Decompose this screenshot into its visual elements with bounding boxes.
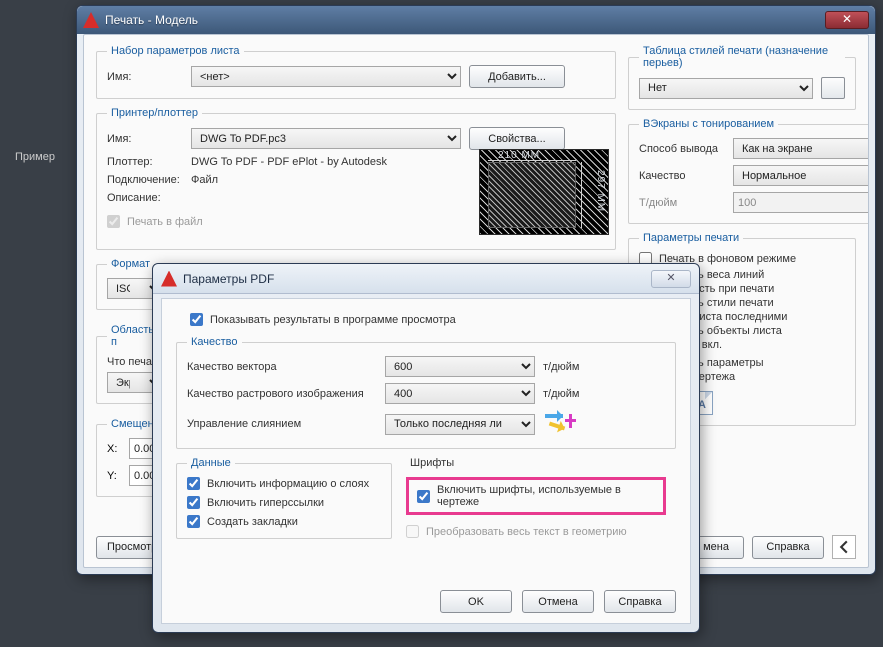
include-layers-check[interactable]: Включить информацию о слоях bbox=[187, 477, 381, 490]
print-to-file-checkbox bbox=[107, 215, 120, 228]
plot-options-legend: Параметры печати bbox=[639, 232, 743, 244]
opt-styles: ть стили печати bbox=[693, 297, 845, 309]
vector-quality-label: Качество вектора bbox=[187, 361, 377, 373]
pdf-quality-group: Качество Качество вектора 600 т/дюйм Кач… bbox=[176, 336, 676, 449]
opt-objects: ть объекты листа bbox=[693, 325, 845, 337]
shading-group: ВЭкраны с тонированием Способ вывода Как… bbox=[628, 118, 869, 224]
offset-x-label: X: bbox=[107, 443, 121, 455]
connection-label: Подключение: bbox=[107, 174, 183, 186]
plot-styles-group: Таблица стилей печати (назначение перьев… bbox=[628, 45, 856, 110]
opt-last: листа последними bbox=[693, 311, 845, 323]
shade-dpi-input bbox=[733, 192, 869, 213]
opt-on: ь вкл. bbox=[693, 339, 845, 351]
embed-fonts-highlight: Включить шрифты, используемые в чертеже bbox=[406, 477, 666, 515]
shade-quality-label: Качество bbox=[639, 170, 725, 182]
pdf-data-group: Данные Включить информацию о слоях Включ… bbox=[176, 457, 392, 539]
background-label: Пример bbox=[15, 151, 55, 163]
pdf-titlebar[interactable]: Параметры PDF ✕ bbox=[153, 264, 699, 294]
pdf-cancel-button[interactable]: Отмена bbox=[522, 590, 594, 613]
app-logo-icon bbox=[83, 12, 99, 28]
include-links-check[interactable]: Включить гиперссылки bbox=[187, 496, 381, 509]
paper-preview: 210 MM 297 MM bbox=[479, 149, 609, 235]
create-bookmarks-check[interactable]: Создать закладки bbox=[187, 515, 381, 528]
raster-quality-label: Качество растрового изображения bbox=[187, 388, 377, 400]
shade-dpi-label: Т/дюйм bbox=[639, 197, 725, 209]
raster-quality-select[interactable]: 400 bbox=[385, 383, 535, 404]
vector-quality-select[interactable]: 600 bbox=[385, 356, 535, 377]
vector-dpi-unit: т/дюйм bbox=[543, 361, 579, 373]
opt-save: ть параметры bbox=[693, 357, 845, 369]
shade-quality-select[interactable]: Нормальное bbox=[733, 165, 869, 186]
pdf-quality-legend: Качество bbox=[187, 336, 242, 348]
shade-mode-label: Способ вывода bbox=[639, 143, 725, 155]
merge-select[interactable]: Только последняя линия bbox=[385, 414, 535, 435]
offset-y-label: Y: bbox=[107, 470, 121, 482]
pdf-fonts-group: Шрифты Включить шрифты, используемые в ч… bbox=[406, 457, 676, 548]
page-name-select[interactable]: <нет> bbox=[191, 66, 461, 87]
plotter-value: DWG To PDF - PDF ePlot - by Autodesk bbox=[191, 156, 387, 168]
merge-label: Управление слиянием bbox=[187, 418, 377, 430]
help-button[interactable]: Справка bbox=[752, 536, 824, 559]
plotter-label: Плоттер: bbox=[107, 156, 183, 168]
printer-name-label: Имя: bbox=[107, 133, 183, 145]
pdf-data-legend: Данные bbox=[187, 457, 235, 469]
text-to-geom-check: Преобразовать весь текст в геометрию bbox=[406, 525, 666, 538]
close-icon[interactable]: ✕ bbox=[825, 11, 869, 29]
page-setup-group: Набор параметров листа Имя: <нет> Добави… bbox=[96, 45, 616, 99]
plot-styles-legend: Таблица стилей печати (назначение перьев… bbox=[639, 45, 845, 69]
plot-style-select[interactable]: Нет bbox=[639, 78, 813, 99]
paper-width-label: 210 MM bbox=[498, 150, 540, 161]
chevron-left-icon bbox=[837, 540, 851, 554]
opt-lineweights: ть веса линий bbox=[693, 269, 845, 281]
pdf-fonts-legend: Шрифты bbox=[406, 457, 458, 469]
print-to-file-check: Печать в файл bbox=[107, 215, 203, 228]
shading-legend: ВЭкраны с тонированием bbox=[639, 118, 778, 130]
app-logo-icon bbox=[161, 271, 177, 287]
pdf-ok-button[interactable]: OK bbox=[440, 590, 512, 613]
opt-transparency: ость при печати bbox=[693, 283, 845, 295]
page-name-label: Имя: bbox=[107, 71, 183, 83]
plot-style-edit-button[interactable] bbox=[821, 77, 845, 99]
shade-mode-select[interactable]: Как на экране bbox=[733, 138, 869, 159]
printer-legend: Принтер/плоттер bbox=[107, 107, 202, 119]
print-to-file-label: Печать в файл bbox=[127, 216, 203, 228]
raster-dpi-unit: т/дюйм bbox=[543, 388, 579, 400]
close-icon[interactable]: ✕ bbox=[651, 270, 691, 288]
show-results-check[interactable]: Показывать результаты в программе просмо… bbox=[190, 313, 676, 326]
pdf-options-dialog: Параметры PDF ✕ Показывать результаты в … bbox=[152, 263, 700, 633]
add-page-setup-button[interactable]: Добавить... bbox=[469, 65, 565, 88]
pdf-help-button[interactable]: Справка bbox=[604, 590, 676, 613]
printer-name-select[interactable]: DWG To PDF.pc3 bbox=[191, 128, 461, 149]
printer-group: Принтер/плоттер Имя: DWG To PDF.pc3 Свой… bbox=[96, 107, 616, 250]
opt-drawing: чертежа bbox=[693, 371, 845, 383]
pdf-title: Параметры PDF bbox=[183, 272, 651, 286]
expand-button[interactable] bbox=[832, 535, 856, 559]
page-setup-legend: Набор параметров листа bbox=[107, 45, 244, 57]
embed-fonts-check[interactable]: Включить шрифты, используемые в чертеже bbox=[417, 484, 655, 508]
paper-height-label: 297 MM bbox=[595, 170, 606, 212]
merge-icon bbox=[543, 410, 575, 438]
description-label: Описание: bbox=[107, 192, 183, 204]
print-title: Печать - Модель bbox=[105, 13, 825, 27]
format-legend: Формат bbox=[107, 258, 154, 270]
printer-props-button[interactable]: Свойства... bbox=[469, 127, 565, 150]
print-titlebar[interactable]: Печать - Модель ✕ bbox=[77, 6, 875, 34]
connection-value: Файл bbox=[191, 174, 218, 186]
